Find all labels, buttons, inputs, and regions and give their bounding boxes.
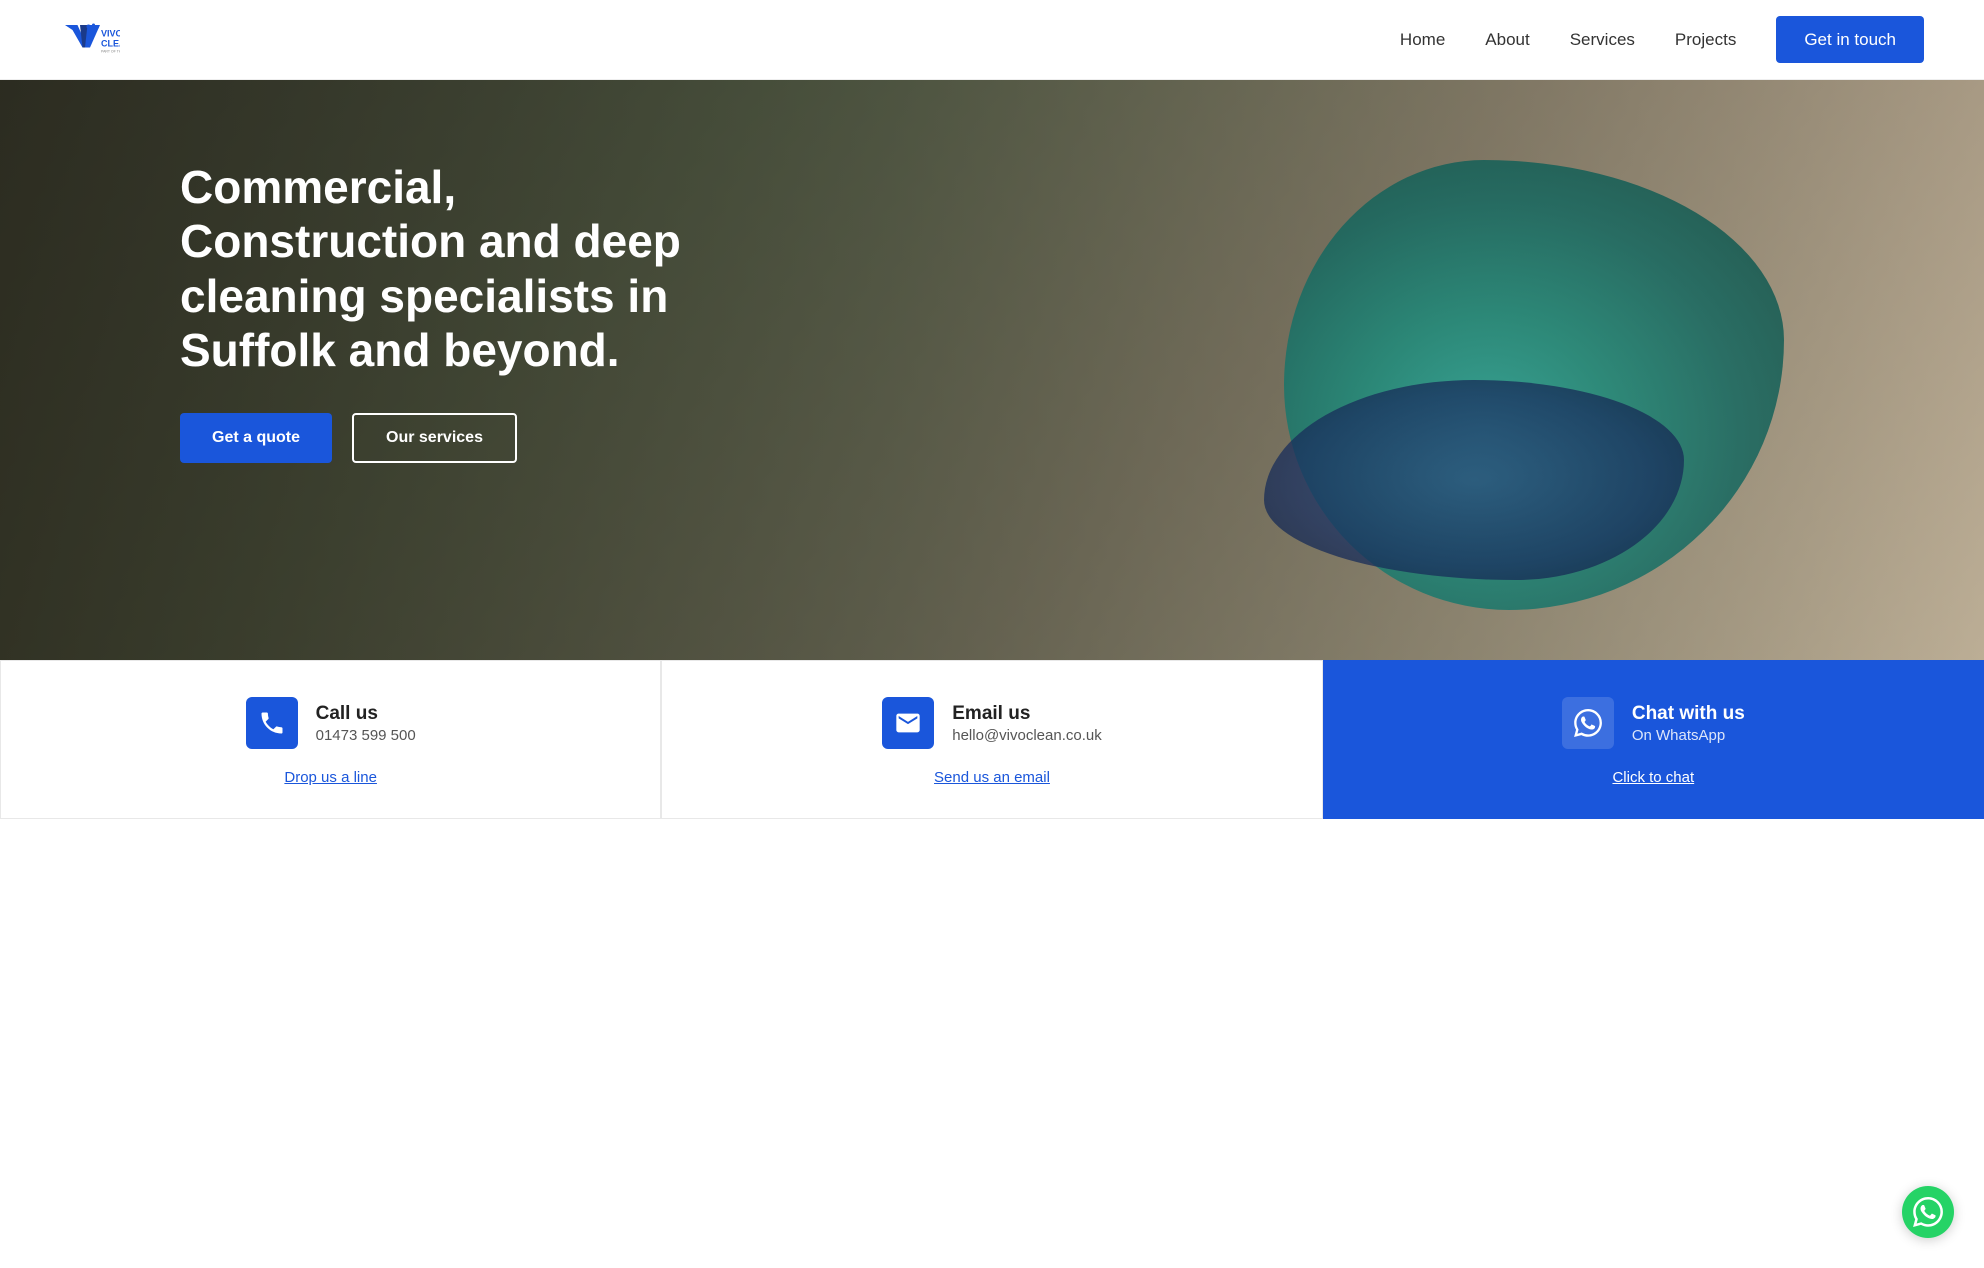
contact-email-title: Email us: [952, 703, 1101, 725]
nav-cta[interactable]: Get in touch: [1776, 30, 1924, 50]
contact-call-row: Call us 01473 599 500: [246, 697, 416, 749]
send-email-button[interactable]: Send us an email: [934, 769, 1050, 786]
contact-chat-platform: On WhatsApp: [1632, 727, 1745, 744]
nav-item-about[interactable]: About: [1485, 30, 1529, 50]
hero-buttons: Get a quote Our services: [180, 413, 700, 463]
logo[interactable]: VIVO CLEAN PART OF THE VIVO GROUP: [60, 10, 120, 70]
email-icon-box: [882, 697, 934, 749]
contact-call-info: Call us 01473 599 500: [316, 703, 416, 744]
svg-text:CLEAN: CLEAN: [101, 38, 120, 48]
whatsapp-icon-box: [1562, 697, 1614, 749]
contact-card-chat: Chat with us On WhatsApp Click to chat: [1323, 660, 1984, 819]
whatsapp-float-icon: [1913, 1197, 1943, 1227]
phone-icon: [258, 709, 286, 737]
svg-text:VIVO: VIVO: [101, 28, 120, 38]
contact-call-title: Call us: [316, 703, 416, 725]
contact-card-email: Email us hello@vivoclean.co.uk Send us a…: [661, 660, 1322, 819]
nav-item-projects[interactable]: Projects: [1675, 30, 1736, 50]
contact-email-info: Email us hello@vivoclean.co.uk: [952, 703, 1101, 744]
hero-section: Commercial, Construction and deep cleani…: [0, 80, 1984, 660]
our-services-button[interactable]: Our services: [352, 413, 517, 463]
svg-text:PART OF THE VIVO GROUP: PART OF THE VIVO GROUP: [101, 49, 120, 53]
phone-icon-box: [246, 697, 298, 749]
hero-title: Commercial, Construction and deep cleani…: [180, 160, 700, 377]
whatsapp-float-button[interactable]: [1902, 1186, 1954, 1238]
navbar: VIVO CLEAN PART OF THE VIVO GROUP Home A…: [0, 0, 1984, 80]
contact-chat-info: Chat with us On WhatsApp: [1632, 703, 1745, 744]
contact-card-call: Call us 01473 599 500 Drop us a line: [0, 660, 661, 819]
get-quote-button[interactable]: Get a quote: [180, 413, 332, 463]
nav-item-services[interactable]: Services: [1570, 30, 1635, 50]
drop-us-line-button[interactable]: Drop us a line: [284, 769, 377, 786]
contact-call-number: 01473 599 500: [316, 727, 416, 744]
contact-email-row: Email us hello@vivoclean.co.uk: [882, 697, 1101, 749]
contact-bar: Call us 01473 599 500 Drop us a line Ema…: [0, 660, 1984, 819]
nav-item-home[interactable]: Home: [1400, 30, 1445, 50]
email-icon: [894, 709, 922, 737]
contact-chat-title: Chat with us: [1632, 703, 1745, 725]
contact-email-address: hello@vivoclean.co.uk: [952, 727, 1101, 744]
nav-links: Home About Services Projects Get in touc…: [1400, 30, 1924, 50]
whatsapp-icon: [1574, 709, 1602, 737]
hero-content: Commercial, Construction and deep cleani…: [0, 80, 700, 463]
click-to-chat-button[interactable]: Click to chat: [1612, 769, 1694, 786]
contact-chat-row: Chat with us On WhatsApp: [1562, 697, 1745, 749]
